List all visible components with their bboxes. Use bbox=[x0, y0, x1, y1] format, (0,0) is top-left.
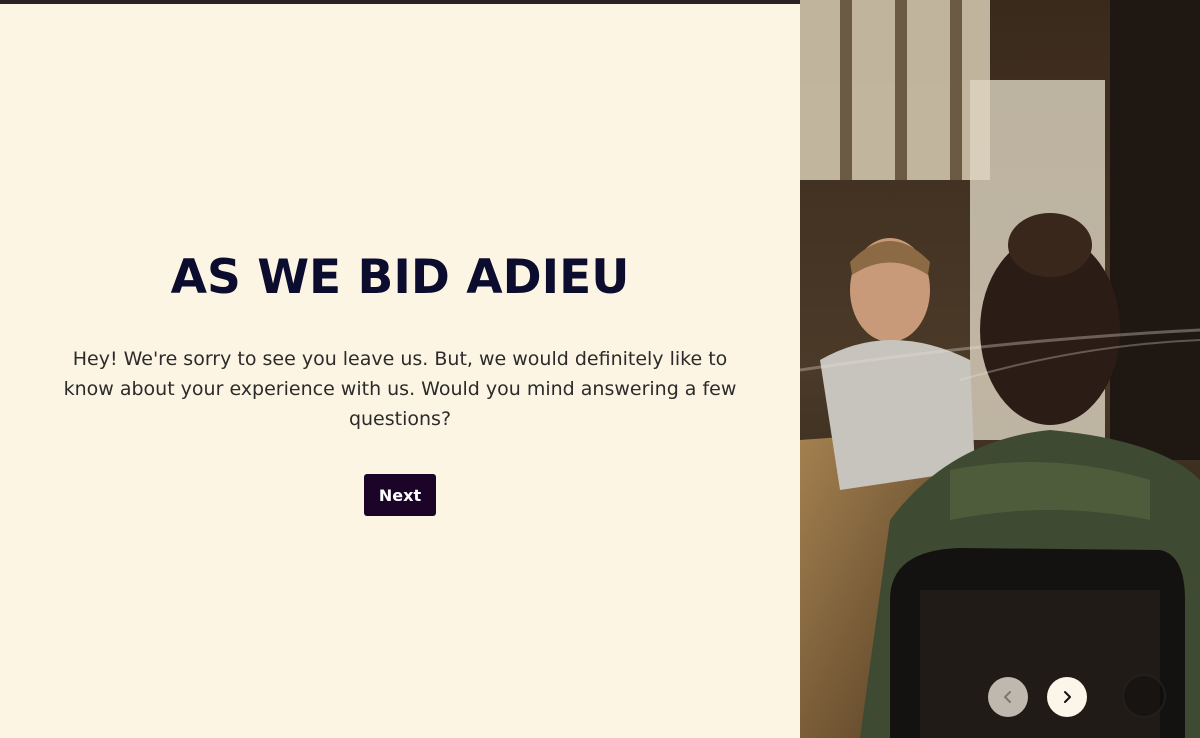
carousel-prev-button[interactable] bbox=[988, 677, 1028, 717]
intro-content: AS WE BID ADIEU Hey! We're sorry to see … bbox=[60, 250, 740, 516]
office-meeting-photo bbox=[800, 0, 1200, 738]
carousel-next-button[interactable] bbox=[1047, 677, 1087, 717]
intro-panel: AS WE BID ADIEU Hey! We're sorry to see … bbox=[0, 4, 800, 738]
chevron-right-icon bbox=[1064, 691, 1071, 703]
chevron-left-icon bbox=[1004, 691, 1011, 703]
page-title: AS WE BID ADIEU bbox=[170, 250, 630, 305]
intro-description: Hey! We're sorry to see you leave us⁣. B… bbox=[63, 348, 737, 430]
hero-photo bbox=[800, 0, 1200, 738]
next-button[interactable]: Next bbox=[364, 474, 436, 516]
carousel-dot[interactable] bbox=[1122, 674, 1166, 718]
